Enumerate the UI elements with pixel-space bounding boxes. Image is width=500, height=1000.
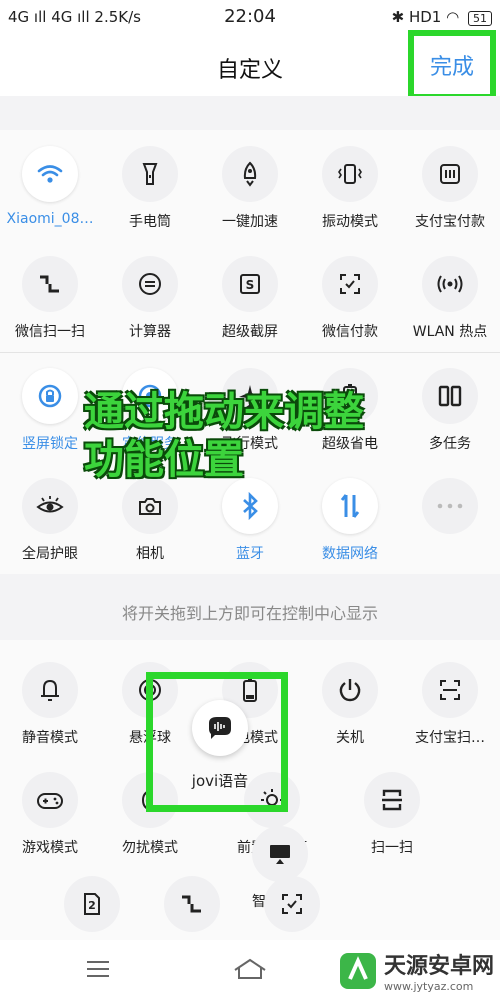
tile-label: 游戏模式 (22, 840, 78, 856)
tile-label: 勿扰模式 (122, 840, 178, 856)
home-icon[interactable] (230, 954, 270, 984)
overlay-caption-line-2: 功能位置 (84, 437, 244, 483)
tile-wechat-scan2[interactable] (142, 876, 242, 941)
rocket-icon (222, 146, 278, 202)
flashlight-icon (122, 146, 178, 202)
svg-text:S: S (246, 278, 255, 292)
tile-camera[interactable]: 相机 (100, 478, 200, 563)
bluetooth-icon (222, 478, 278, 534)
watermark-name: 天源安卓网 (383, 954, 494, 979)
tile-label: 手电筒 (129, 214, 171, 230)
tile-bell[interactable]: 静音模式 (0, 662, 100, 747)
hint-text: 将开关拖到上方即可在控制中心显示 (121, 604, 378, 623)
tile-label: 微信扫一扫 (15, 324, 85, 340)
cast-icon (252, 826, 308, 882)
voice-icon (192, 700, 248, 756)
tile-screenshot[interactable]: S 超级截屏 (200, 256, 300, 341)
screenshot-icon: S (222, 256, 278, 312)
camera-icon (122, 478, 178, 534)
tile-label: 相机 (136, 546, 164, 562)
data-network-icon (322, 478, 378, 534)
menu-icon[interactable] (78, 954, 118, 984)
svg-text:2: 2 (88, 899, 96, 912)
power-icon (322, 662, 378, 718)
gamepad-icon (22, 772, 78, 828)
tile-data-network[interactable]: 数据网络 (300, 478, 400, 563)
more-icon (422, 478, 478, 534)
tile-bluetooth[interactable]: 蓝牙 (200, 478, 300, 563)
title-bar: 自定义 完成 (0, 30, 500, 100)
alipay-pay-icon (422, 146, 478, 202)
tile-label: 全局护眼 (22, 546, 78, 562)
calculator-icon (122, 256, 178, 312)
tile-label: 蓝牙 (236, 546, 264, 562)
dragging-tile-label: jovi语音 (191, 772, 249, 790)
tile-alipay-pay[interactable]: 支付宝付款 (400, 146, 500, 231)
tile-wifi[interactable]: Xiaomi_08… (0, 146, 100, 227)
bluetooth-status-icon: ✱ (391, 8, 405, 26)
tile-wechat-pay[interactable]: 微信付款 (300, 256, 400, 341)
tile-label: 微信付款 (322, 324, 378, 340)
status-right: ✱ HD1 ◠ 51 (392, 8, 492, 26)
tile-scan[interactable]: 扫一扫 (342, 772, 442, 857)
hd-indicator: HD1 (408, 8, 442, 26)
tile-label: 数据网络 (322, 546, 378, 562)
tile-label: 静音模式 (22, 730, 78, 746)
tile-label: 支付宝付款 (415, 214, 485, 230)
tile-label: 振动模式 (322, 214, 378, 230)
tile-hotspot[interactable]: WLAN 热点 (400, 256, 500, 341)
tile-label: 扫一扫 (371, 840, 413, 856)
multitask-icon (422, 368, 478, 424)
watermark: 天源安卓网 www.jytyaz.com (338, 948, 494, 993)
battery-icon: 51 (468, 11, 492, 26)
tile-label: 关机 (336, 730, 364, 746)
hotspot-icon (422, 256, 478, 312)
pay-code-icon (264, 876, 320, 932)
wifi-icon (22, 146, 78, 202)
tile-flashlight[interactable]: 手电筒 (100, 146, 200, 231)
tile-multitask[interactable]: 多任务 (400, 368, 500, 453)
watermark-logo-icon (339, 952, 376, 989)
tile-gamepad[interactable]: 游戏模式 (0, 772, 100, 857)
alipay-scan-icon (422, 662, 478, 718)
tile-pay-code[interactable] (242, 876, 342, 941)
tile-label: WLAN 热点 (412, 324, 488, 340)
tile-more[interactable] (400, 478, 500, 543)
rotation-lock-icon (22, 368, 78, 424)
bell-icon (22, 662, 78, 718)
wechat-scan-icon (22, 256, 78, 312)
tile-sim2[interactable]: 2 (42, 876, 142, 941)
dragging-tile[interactable]: jovi语音 (170, 700, 270, 791)
tile-rocket[interactable]: 一键加速 (200, 146, 300, 231)
tile-label: 多任务 (429, 436, 471, 452)
tile-label: 一键加速 (222, 214, 278, 230)
tile-alipay-scan[interactable]: 支付宝扫… (400, 662, 500, 747)
wechat-pay-icon (322, 256, 378, 312)
overlay-caption-line-1: 通过拖动来调整 (84, 389, 364, 435)
tile-label: 支付宝扫… (415, 730, 485, 746)
vibrate-icon (322, 146, 378, 202)
wechat-scan2-icon (164, 876, 220, 932)
done-button[interactable]: 完成 (408, 30, 496, 100)
tile-label: Xiaomi_08… (6, 211, 94, 227)
divider (0, 352, 500, 353)
tile-eye[interactable]: 全局护眼 (0, 478, 100, 563)
watermark-url: www.jytyaz.com (383, 980, 474, 993)
wifi-status-icon: ◠ (446, 8, 460, 26)
eye-icon (22, 478, 78, 534)
scan-icon (364, 772, 420, 828)
sim2-icon: 2 (64, 876, 120, 932)
tile-label: 超级截屏 (222, 324, 278, 340)
tile-power[interactable]: 关机 (300, 662, 400, 747)
tile-calculator[interactable]: 计算器 (100, 256, 200, 341)
tile-wechat-scan[interactable]: 微信扫一扫 (0, 256, 100, 341)
overlay-caption: 通过拖动来调整 功能位置 (84, 388, 364, 484)
tile-label: 计算器 (129, 324, 171, 340)
tile-vibrate[interactable]: 振动模式 (300, 146, 400, 231)
separator (0, 96, 500, 130)
